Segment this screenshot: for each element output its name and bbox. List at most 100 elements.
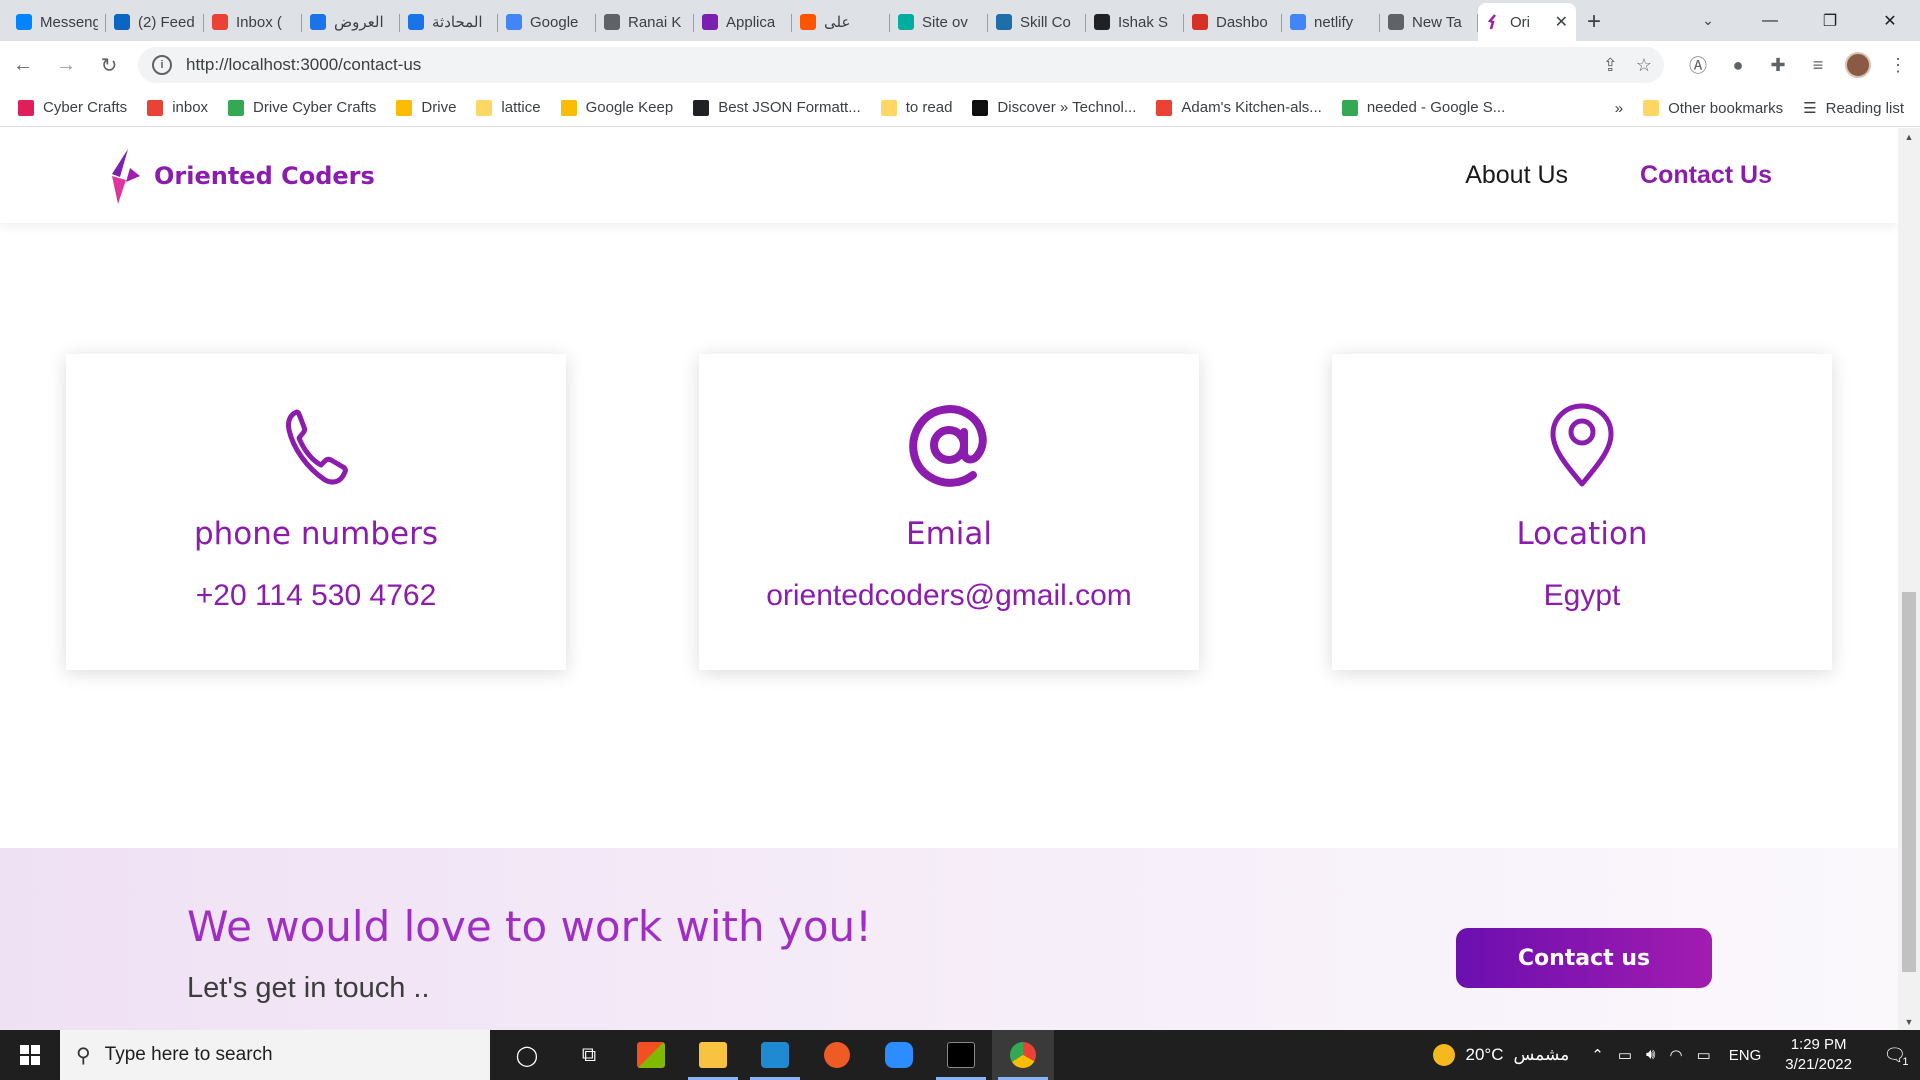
nav-contact-us[interactable]: Contact Us	[1640, 161, 1772, 190]
tab-favicon-icon	[1192, 14, 1208, 30]
vscode-icon[interactable]	[744, 1030, 806, 1080]
tray-icons: ⌃ ▭ 🔊︎ ◠ ▭	[1591, 1046, 1711, 1064]
store-icon[interactable]	[620, 1030, 682, 1080]
terminal-icon[interactable]	[930, 1030, 992, 1080]
site-header: Oriented Coders About Us Contact Us	[0, 128, 1898, 223]
tab[interactable]: netlify	[1282, 5, 1380, 39]
tab-favicon-icon	[604, 14, 620, 30]
sun-icon	[1433, 1044, 1456, 1066]
notification-center-icon[interactable]: 🗨︎ 1	[1872, 1030, 1920, 1080]
bookmark-favicon-icon	[1341, 99, 1358, 116]
bookmark-item[interactable]: Cyber Crafts	[18, 99, 127, 116]
card-title: Emial	[905, 516, 992, 552]
tab[interactable]: Site ov	[890, 5, 988, 39]
reload-icon[interactable]: ↻	[89, 45, 129, 85]
tab[interactable]: العروض	[302, 5, 400, 39]
new-tab-button[interactable]: +	[1576, 5, 1612, 39]
bookmark-item[interactable]: needed - Google S...	[1341, 99, 1505, 116]
tab[interactable]: Dashbo	[1184, 5, 1282, 39]
tab-search-chevron-icon[interactable]: ⌄	[1688, 0, 1728, 41]
url-text[interactable]: http://localhost:3000/contact-us	[186, 55, 421, 75]
taskbar-clock[interactable]: 1:29 PM 3/21/2022	[1785, 1035, 1852, 1075]
bookmark-item[interactable]: inbox	[147, 99, 208, 116]
file-explorer-icon[interactable]	[682, 1030, 744, 1080]
site-logo[interactable]: Oriented Coders	[104, 146, 375, 206]
browser-tab-strip: Messenger (2) Feed Inbox ( العروض المحاد…	[0, 0, 1920, 41]
tab[interactable]: Applica	[694, 5, 792, 39]
tab[interactable]: (2) Feed	[106, 5, 204, 39]
bookmark-favicon-icon	[476, 99, 493, 116]
email-address[interactable]: orientedcoders@gmail.com	[699, 579, 1199, 613]
cta-subheading: Let's get in touch ..	[187, 972, 430, 1004]
windows-start-button[interactable]	[0, 1030, 60, 1080]
media-control-icon[interactable]: ≡	[1804, 51, 1832, 79]
tab[interactable]: على	[792, 5, 890, 39]
location-value: Egypt	[1543, 579, 1621, 612]
postman-icon[interactable]	[806, 1030, 868, 1080]
close-window-button[interactable]: ✕	[1860, 0, 1920, 41]
tab[interactable]: المحادثة	[400, 5, 498, 39]
scroll-down-arrow-icon[interactable]: ▼	[1898, 1013, 1920, 1030]
cortana-icon[interactable]: ◯	[496, 1030, 558, 1080]
address-bar[interactable]: i http://localhost:3000/contact-us ⇪ ☆	[138, 47, 1664, 83]
nav-about-us[interactable]: About Us	[1465, 161, 1568, 190]
tab-active[interactable]: Ori ✕	[1478, 3, 1576, 41]
back-arrow-icon[interactable]: ←	[3, 45, 43, 85]
menu-kebab-icon[interactable]: ⋮	[1884, 51, 1912, 79]
scrollbar-thumb[interactable]	[1902, 592, 1916, 972]
brand-name: Oriented Coders	[154, 162, 375, 190]
bookmark-item[interactable]: to read	[880, 99, 952, 116]
meet-now-icon[interactable]: ▭	[1618, 1046, 1632, 1064]
volume-icon[interactable]: 🔊︎	[1646, 1046, 1655, 1064]
bookmark-item[interactable]: Discover » Technol...	[972, 99, 1136, 116]
bookmark-item[interactable]: Drive	[396, 99, 456, 116]
weather-widget[interactable]: 20°C مشمس	[1433, 1044, 1569, 1066]
profile-extension-icon[interactable]: ●	[1724, 51, 1752, 79]
bookmark-item[interactable]: Drive Cyber Crafts	[228, 99, 376, 116]
maximize-button[interactable]: ❐	[1800, 0, 1860, 41]
other-bookmarks-folder[interactable]: Other bookmarks	[1643, 100, 1783, 117]
show-hidden-icons-chevron-icon[interactable]: ⌃	[1591, 1046, 1604, 1064]
location-pin-icon	[1332, 402, 1832, 488]
tab[interactable]: Google	[498, 5, 596, 39]
minimize-button[interactable]: —	[1740, 0, 1800, 41]
bookmarks-overflow-button[interactable]: »	[1615, 100, 1623, 117]
taskbar-search-input[interactable]: ⚲ Type here to search	[60, 1030, 490, 1080]
chrome-icon[interactable]	[992, 1030, 1054, 1080]
wifi-icon[interactable]: ◠	[1669, 1046, 1682, 1064]
bookmark-item[interactable]: Adam's Kitchen-als...	[1156, 99, 1322, 116]
tab-close-icon[interactable]: ✕	[1555, 12, 1568, 32]
reading-list-button[interactable]: ☰ Reading list	[1803, 99, 1904, 118]
contact-us-button[interactable]: Contact us	[1456, 928, 1712, 988]
tab[interactable]: Inbox (	[204, 5, 302, 39]
task-view-icon[interactable]: ⧉	[558, 1030, 620, 1080]
input-language[interactable]: ENG	[1729, 1047, 1762, 1064]
logo-mark-icon	[112, 149, 140, 204]
avatar[interactable]	[1844, 51, 1872, 79]
zoom-icon[interactable]	[868, 1030, 930, 1080]
extensions-puzzle-icon[interactable]: ✚	[1764, 51, 1792, 79]
tab-favicon-icon	[996, 14, 1012, 30]
tab[interactable]: Ranai K	[596, 5, 694, 39]
bookmark-favicon-icon	[972, 99, 989, 116]
bookmark-item[interactable]: Best JSON Formatt...	[693, 99, 861, 116]
battery-icon[interactable]: ▭	[1697, 1046, 1711, 1064]
window-controls: — ❐ ✕	[1740, 0, 1920, 41]
bookmark-item[interactable]: Google Keep	[560, 99, 673, 116]
site-info-icon[interactable]: i	[152, 55, 172, 75]
forward-arrow-icon[interactable]: →	[46, 45, 86, 85]
tab-favicon-icon	[800, 14, 816, 30]
reading-list-icon: ☰	[1803, 100, 1817, 117]
bookmark-star-icon[interactable]: ☆	[1636, 55, 1652, 76]
contact-card-email: Emial orientedcoders@gmail.com	[699, 354, 1199, 670]
bookmark-item[interactable]: lattice	[476, 99, 541, 116]
share-icon[interactable]: ⇪	[1603, 55, 1618, 76]
tab[interactable]: Ishak S	[1086, 5, 1184, 39]
tab[interactable]: Skill Co	[988, 5, 1086, 39]
scroll-up-arrow-icon[interactable]: ▲	[1898, 128, 1920, 145]
tab[interactable]: New Ta	[1380, 5, 1478, 39]
page-scrollbar[interactable]: ▲ ▼	[1898, 128, 1920, 1030]
phone-number[interactable]: +20 114 530 4762	[66, 579, 566, 613]
tab[interactable]: Messenger	[8, 5, 106, 39]
extension-a-icon[interactable]: Ⓐ	[1684, 51, 1712, 79]
